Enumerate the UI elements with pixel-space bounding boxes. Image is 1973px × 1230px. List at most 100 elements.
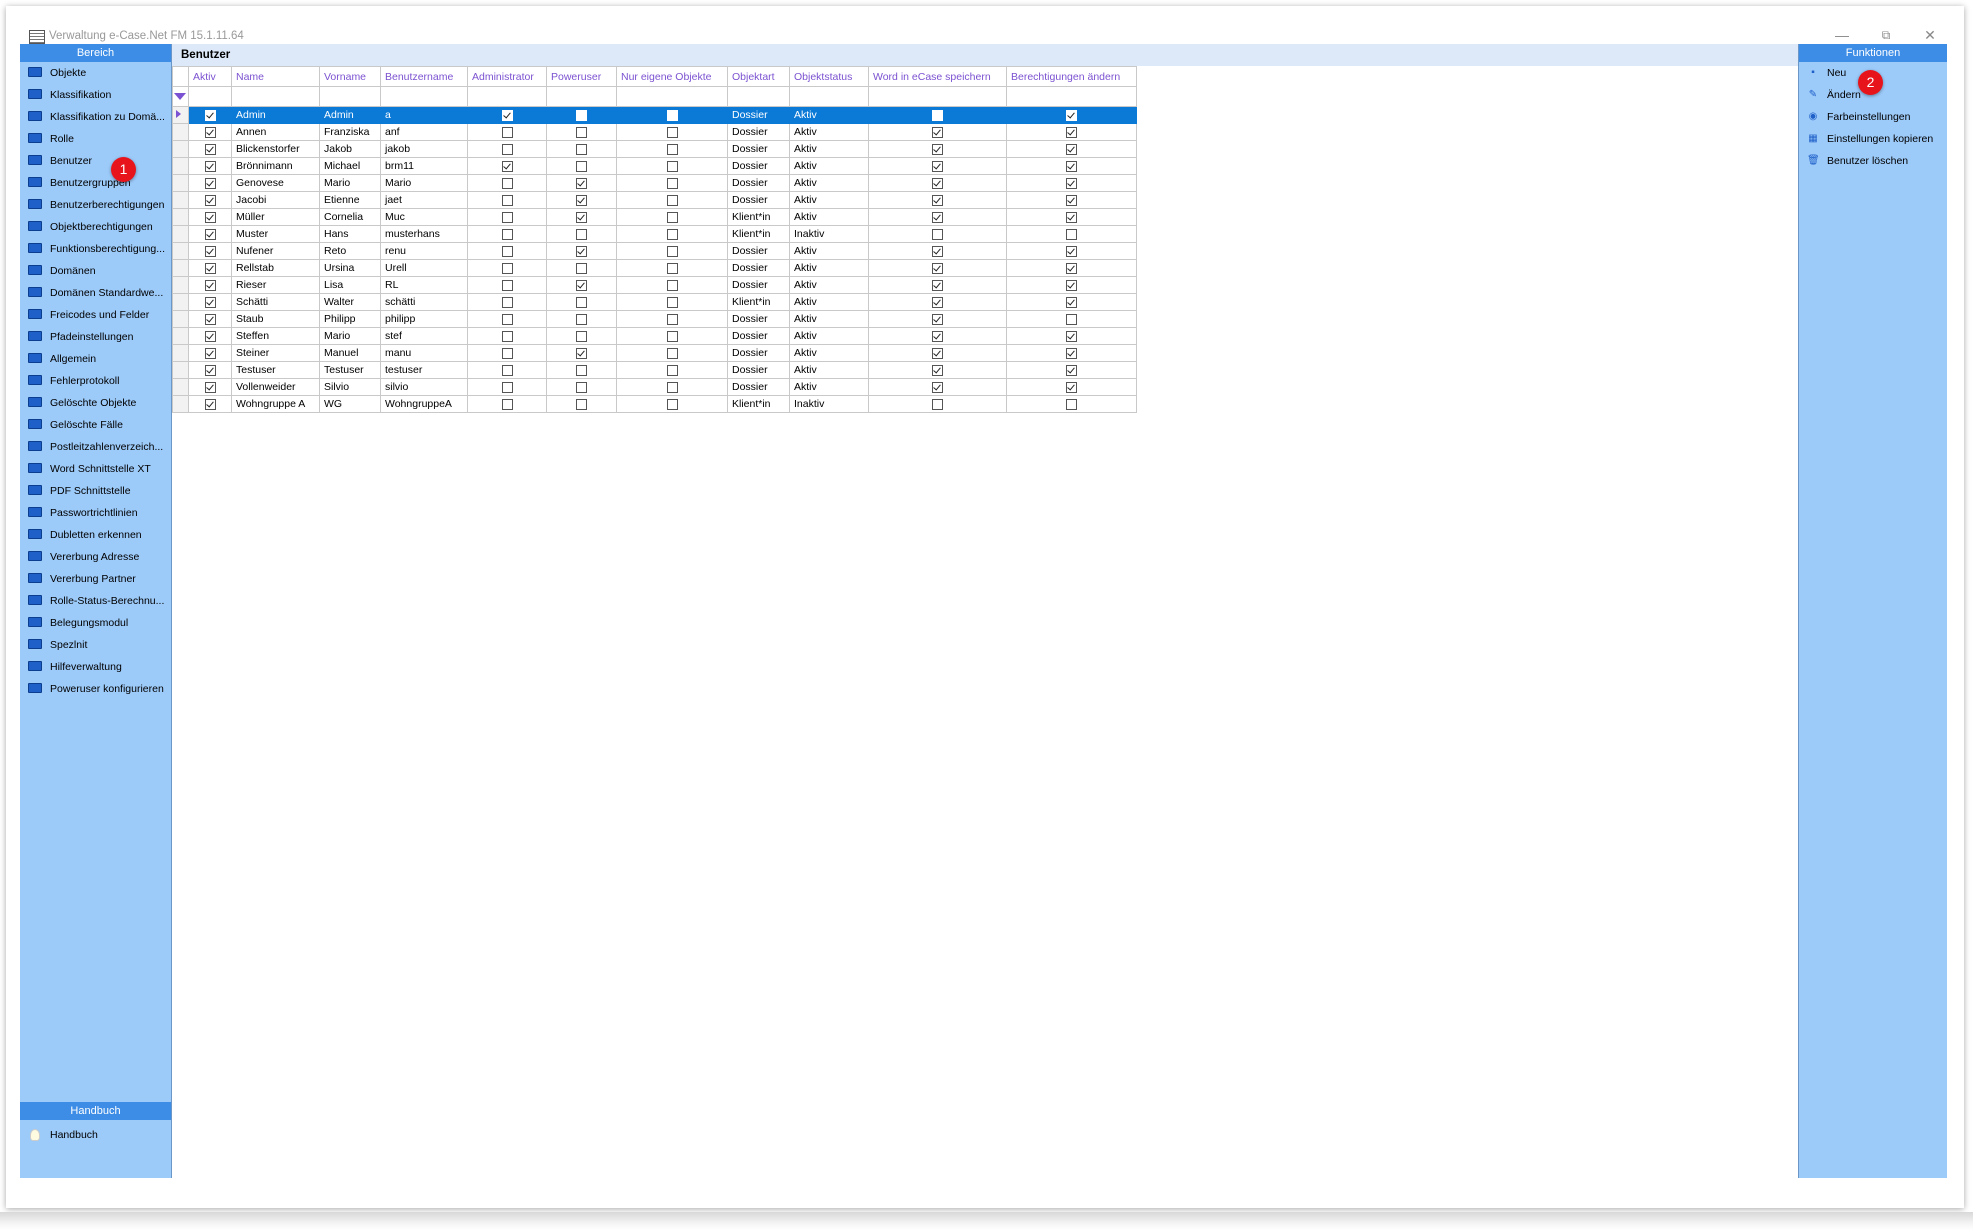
cell-nur_eigene[interactable] <box>616 191 728 209</box>
checkbox[interactable] <box>1066 177 1077 189</box>
close-icon[interactable]: ✕ <box>1916 24 1944 46</box>
table-row[interactable]: Steiner Manuel manu Dossier Aktiv <box>172 344 1137 362</box>
checkbox[interactable] <box>576 364 587 376</box>
checkbox[interactable] <box>1066 313 1077 325</box>
nav-item-belegungsmodul[interactable]: Belegungsmodul <box>20 612 171 634</box>
filter-input[interactable] <box>467 86 547 107</box>
cell-aktiv[interactable] <box>188 242 232 260</box>
checkbox[interactable] <box>204 143 216 155</box>
filter-input[interactable] <box>789 86 869 107</box>
cell-admin[interactable] <box>467 157 547 175</box>
checkbox[interactable] <box>501 381 513 393</box>
checkbox[interactable] <box>204 177 216 189</box>
checkbox[interactable] <box>501 296 513 308</box>
cell-nur_eigene[interactable] <box>616 276 728 294</box>
nav-item-gelöschte-objekte[interactable]: Gelöschte Objekte <box>20 392 171 414</box>
row-selector[interactable] <box>172 327 189 345</box>
checkbox[interactable] <box>666 347 678 359</box>
checkbox[interactable] <box>204 313 216 325</box>
filter-input[interactable] <box>616 86 728 107</box>
checkbox[interactable] <box>576 279 587 291</box>
cell-berechtigungen[interactable] <box>1006 293 1137 311</box>
cell-aktiv[interactable] <box>188 344 232 362</box>
table-row[interactable]: Wohngruppe A WG WohngruppeA Klient*in Inakti… <box>172 395 1137 413</box>
checkbox[interactable] <box>501 262 513 274</box>
checkbox[interactable] <box>666 143 678 155</box>
cell-poweruser[interactable] <box>546 123 617 141</box>
cell-word[interactable] <box>868 276 1007 294</box>
checkbox[interactable] <box>204 160 216 172</box>
nav-item-vererbung-partner[interactable]: Vererbung Partner <box>20 568 171 590</box>
cell-poweruser[interactable] <box>546 276 617 294</box>
filter-icon[interactable] <box>174 92 186 100</box>
cell-admin[interactable] <box>467 361 547 379</box>
checkbox[interactable] <box>576 211 587 223</box>
cell-word[interactable] <box>868 242 1007 260</box>
cell-admin[interactable] <box>467 259 547 277</box>
checkbox[interactable] <box>204 228 216 240</box>
filter-input[interactable] <box>188 86 232 107</box>
checkbox[interactable] <box>932 109 943 121</box>
filter-input[interactable] <box>546 86 617 107</box>
checkbox[interactable] <box>501 364 513 376</box>
cell-berechtigungen[interactable] <box>1006 225 1137 243</box>
nav-item-hilfeverwaltung[interactable]: Hilfeverwaltung <box>20 656 171 678</box>
nav-item-fehlerprotokoll[interactable]: Fehlerprotokoll <box>20 370 171 392</box>
checkbox[interactable] <box>576 194 587 206</box>
cell-word[interactable] <box>868 293 1007 311</box>
table-row[interactable]: Annen Franziska anf Dossier Aktiv <box>172 123 1137 141</box>
nav-item-freicodes-und-felder[interactable]: Freicodes und Felder <box>20 304 171 326</box>
cell-poweruser[interactable] <box>546 106 617 124</box>
cell-berechtigungen[interactable] <box>1006 208 1137 226</box>
cell-word[interactable] <box>868 225 1007 243</box>
nav-item-rolle-status-berechnu[interactable]: Rolle-Status-Berechnu... <box>20 590 171 612</box>
table-row[interactable]: Steffen Mario stef Dossier Aktiv <box>172 327 1137 345</box>
cell-aktiv[interactable] <box>188 174 232 192</box>
cell-poweruser[interactable] <box>546 293 617 311</box>
checkbox[interactable] <box>932 211 943 223</box>
function-copy-settings[interactable]: ▦ Einstellungen kopieren <box>1799 128 1947 150</box>
nav-item-klassifikation-zu-domä[interactable]: Klassifikation zu Domä... <box>20 106 171 128</box>
cell-nur_eigene[interactable] <box>616 208 728 226</box>
cell-admin[interactable] <box>467 140 547 158</box>
checkbox[interactable] <box>666 262 678 274</box>
checkbox[interactable] <box>666 313 678 325</box>
cell-nur_eigene[interactable] <box>616 242 728 260</box>
cell-word[interactable] <box>868 157 1007 175</box>
cell-nur_eigene[interactable] <box>616 259 728 277</box>
checkbox[interactable] <box>666 245 678 257</box>
checkbox[interactable] <box>501 313 513 325</box>
filter-input[interactable] <box>1006 86 1137 107</box>
checkbox[interactable] <box>932 279 943 291</box>
cell-word[interactable] <box>868 395 1007 413</box>
cell-admin[interactable] <box>467 191 547 209</box>
checkbox[interactable] <box>1066 194 1077 206</box>
checkbox[interactable] <box>576 262 587 274</box>
checkbox[interactable] <box>932 228 943 240</box>
cell-admin[interactable] <box>467 225 547 243</box>
checkbox[interactable] <box>932 347 943 359</box>
checkbox[interactable] <box>1066 109 1077 121</box>
checkbox[interactable] <box>204 296 216 308</box>
checkbox[interactable] <box>666 279 678 291</box>
table-row[interactable]: Nufener Reto renu Dossier Aktiv <box>172 242 1137 260</box>
cell-berechtigungen[interactable] <box>1006 259 1137 277</box>
checkbox[interactable] <box>932 143 943 155</box>
row-selector[interactable] <box>172 293 189 311</box>
cell-poweruser[interactable] <box>546 191 617 209</box>
cell-aktiv[interactable] <box>188 361 232 379</box>
cell-admin[interactable] <box>467 106 547 124</box>
checkbox[interactable] <box>1066 262 1077 274</box>
filter-input[interactable] <box>380 86 468 107</box>
checkbox[interactable] <box>932 313 943 325</box>
checkbox[interactable] <box>1066 330 1077 342</box>
checkbox[interactable] <box>666 381 678 393</box>
cell-word[interactable] <box>868 378 1007 396</box>
column-header[interactable]: Objektart <box>727 66 790 87</box>
nav-item-vererbung-adresse[interactable]: Vererbung Adresse <box>20 546 171 568</box>
checkbox[interactable] <box>932 398 943 410</box>
nav-item-handbuch[interactable]: Handbuch <box>20 1124 179 1146</box>
minimize-icon[interactable]: — <box>1828 24 1856 46</box>
checkbox[interactable] <box>1066 279 1077 291</box>
cell-aktiv[interactable] <box>188 259 232 277</box>
